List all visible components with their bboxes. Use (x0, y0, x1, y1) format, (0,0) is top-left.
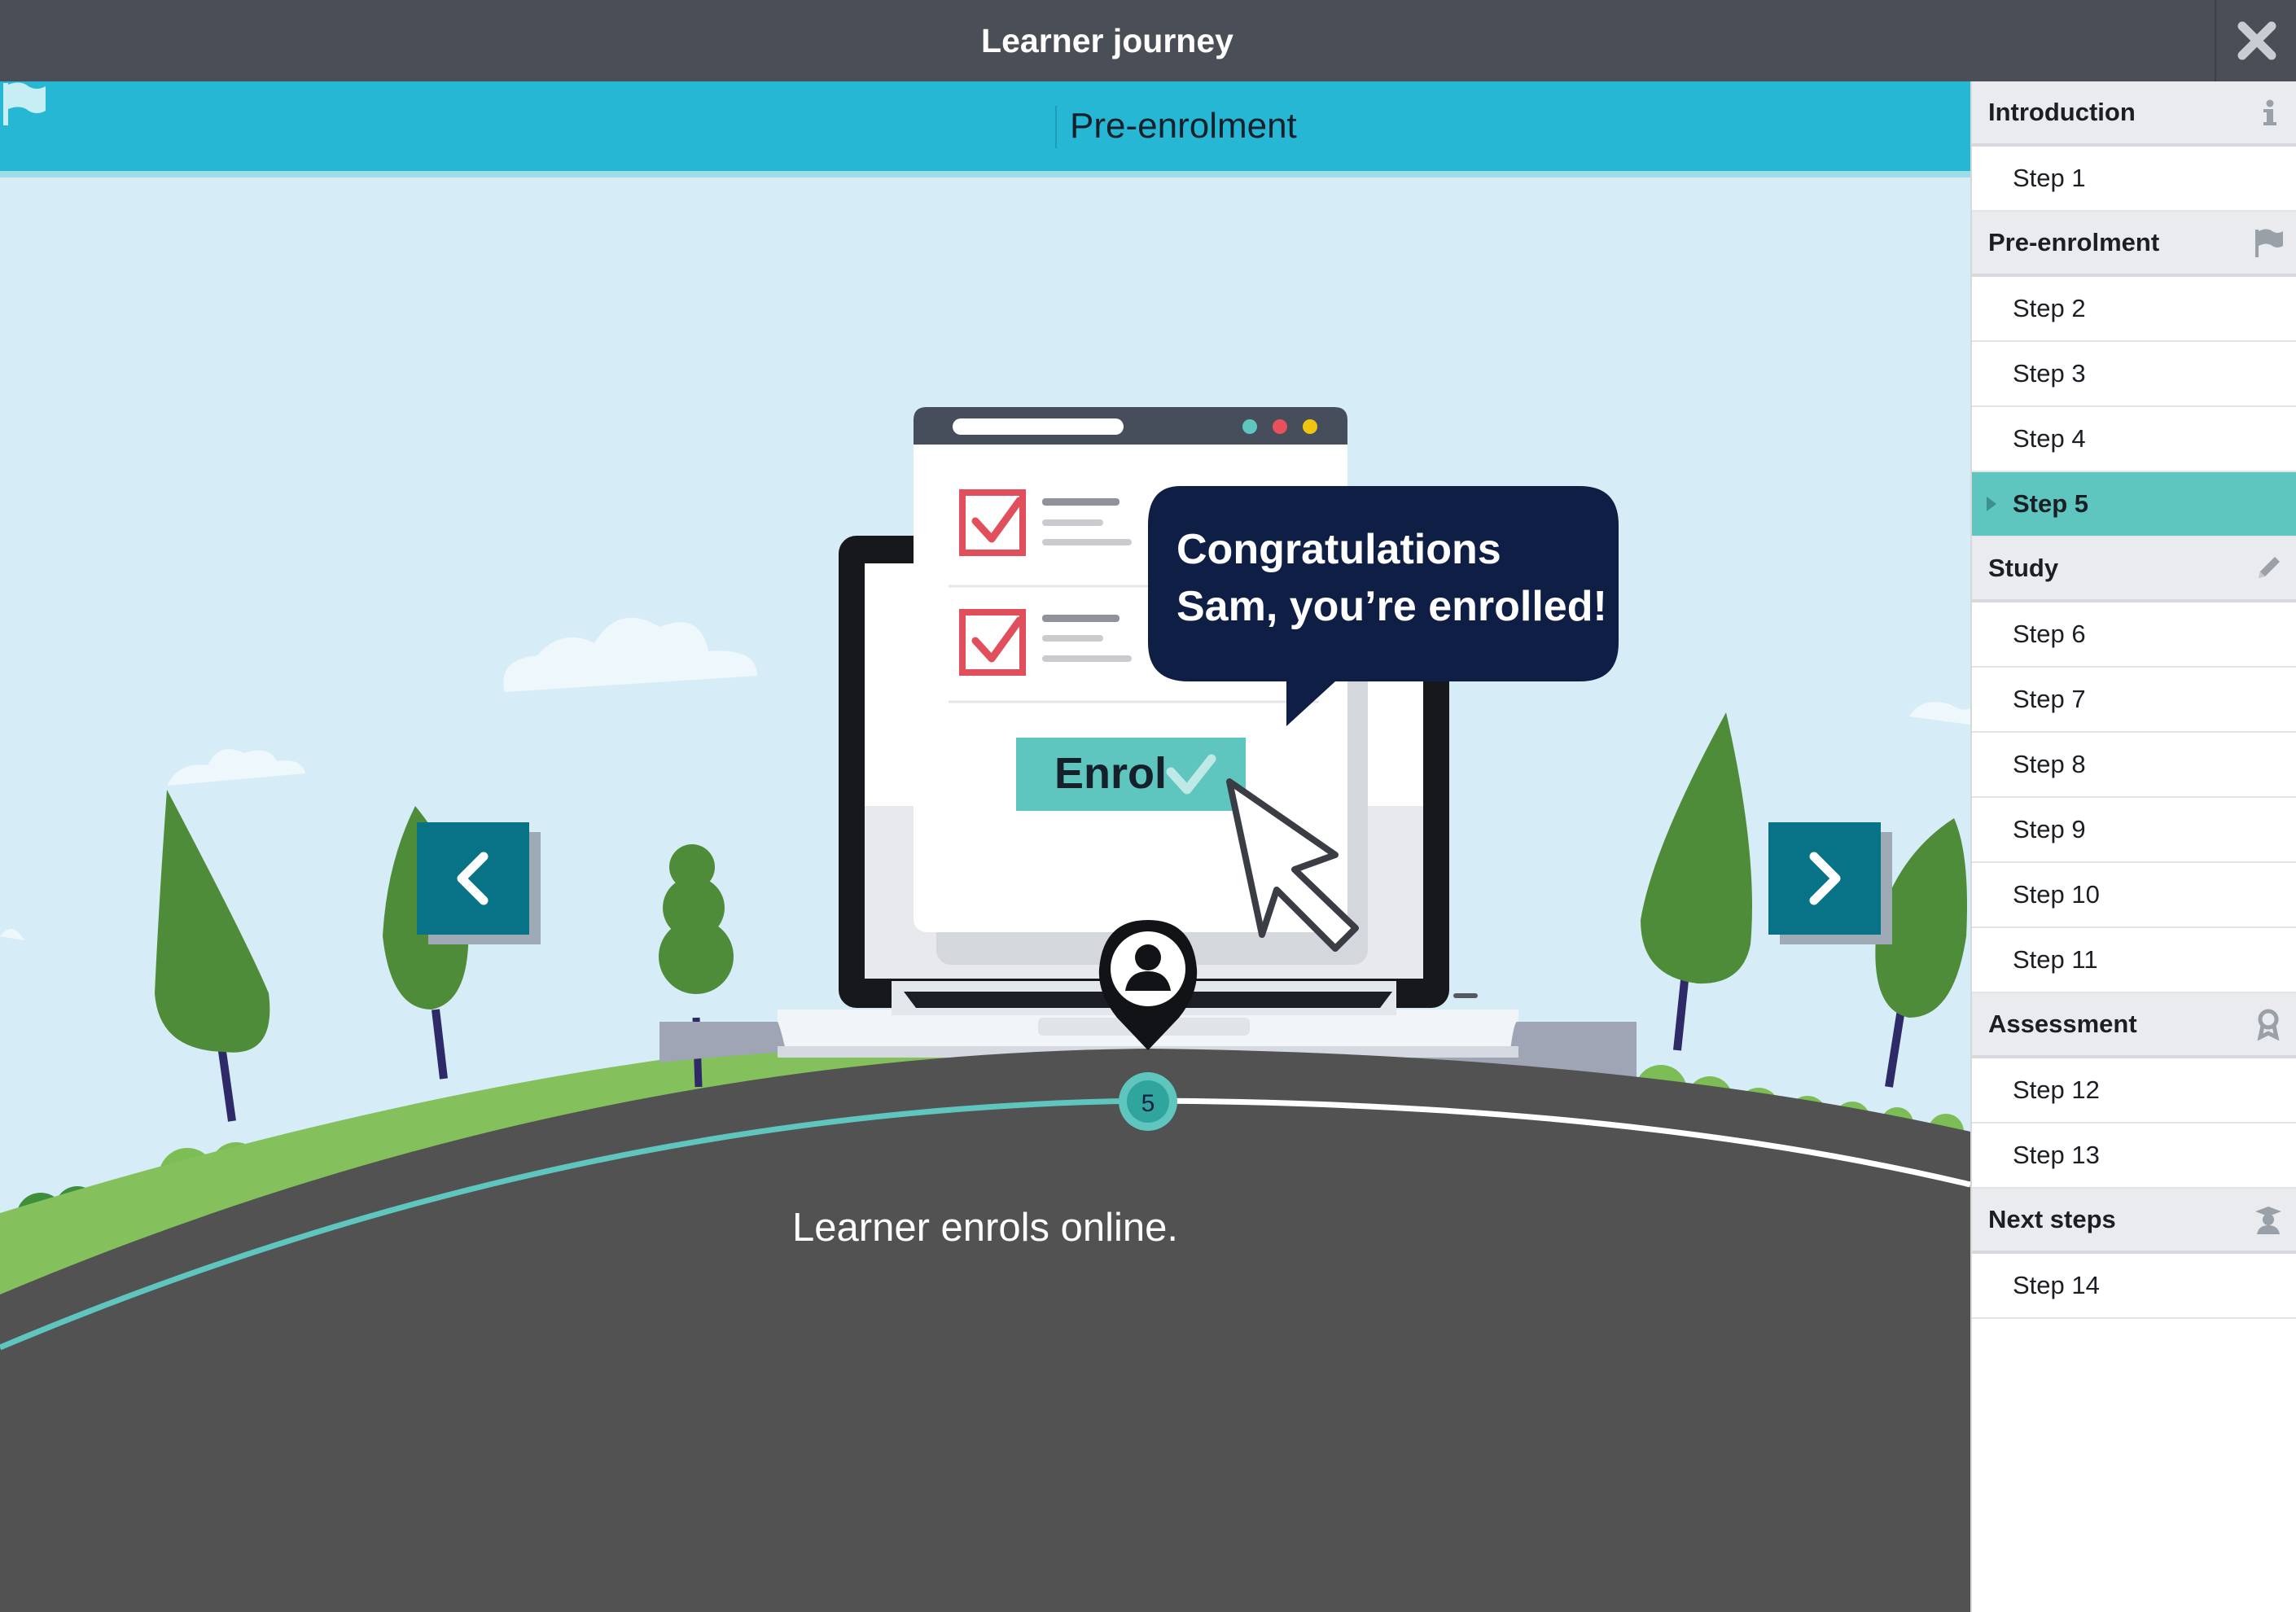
step-sidebar: Introduction Step 1 Pre-enrolment Step 2… (1970, 81, 2296, 1612)
award-icon (2257, 1009, 2280, 1040)
sidebar-item-step-12[interactable]: Step 12 (1972, 1058, 2296, 1124)
sidebar-section-next-steps[interactable]: Next steps (1972, 1189, 2296, 1254)
speech-line-2: Sam, you’re enrolled! (1176, 583, 1607, 630)
chevron-right-icon (1809, 852, 1841, 905)
sidebar-item-step-10[interactable]: Step 10 (1972, 863, 2296, 928)
sidebar-section-introduction[interactable]: Introduction (1972, 81, 2296, 147)
sidebar-item-step-1[interactable]: Step 1 (1972, 147, 2296, 212)
sidebar-item-label: Step 3 (2013, 359, 2086, 388)
sidebar-item-label: Step 6 (2013, 620, 2086, 648)
caret-right-icon (1987, 497, 1996, 511)
sidebar-item-step-4[interactable]: Step 4 (1972, 407, 2296, 472)
sidebar-item-label: Step 13 (2013, 1141, 2100, 1169)
sidebar-item-label: Step 1 (2013, 164, 2086, 192)
prev-button[interactable] (417, 822, 529, 935)
journey-illustration: Enrol Congratulations Sam, you’re enroll… (0, 407, 1970, 1612)
sidebar-item-label: Step 14 (2013, 1271, 2100, 1299)
chevron-left-icon (457, 852, 489, 905)
speech-line-1: Congratulations (1176, 526, 1501, 573)
sidebar-item-label: Step 5 (2013, 489, 2089, 518)
flag-icon (2255, 229, 2283, 257)
title-bar: Learner journey (0, 0, 2296, 81)
sidebar-item-label: Step 12 (2013, 1075, 2100, 1104)
journey-stage: Enrol Congratulations Sam, you’re enroll… (0, 81, 1970, 1612)
close-button[interactable] (2215, 0, 2296, 81)
sidebar-item-step-14[interactable]: Step 14 (1972, 1254, 2296, 1319)
sidebar-item-step-2[interactable]: Step 2 (1972, 277, 2296, 342)
sidebar-item-step-11[interactable]: Step 11 (1972, 928, 2296, 993)
sidebar-item-step-13[interactable]: Step 13 (1972, 1124, 2296, 1189)
sidebar-item-step-5[interactable]: Step 5 (1972, 472, 2296, 537)
step-marker-number: 5 (1141, 1090, 1155, 1117)
sidebar-item-label: Step 2 (2013, 294, 2086, 322)
sidebar-item-step-8[interactable]: Step 8 (1972, 733, 2296, 798)
section-header: Pre-enrolment (0, 81, 1970, 177)
sidebar-section-pre-enrolment[interactable]: Pre-enrolment (1972, 212, 2296, 277)
flag-icon (3, 82, 46, 125)
sidebar-section-assessment[interactable]: Assessment (1972, 993, 2296, 1058)
sidebar-section-label: Pre-enrolment (1988, 228, 2160, 256)
section-title: Pre-enrolment (1070, 106, 1297, 146)
sidebar-section-label: Next steps (1988, 1205, 2116, 1233)
sidebar-section-label: Assessment (1988, 1010, 2137, 1038)
sidebar-item-label: Step 4 (2013, 424, 2086, 453)
sidebar-item-label: Step 9 (2013, 815, 2086, 843)
section-divider (1055, 106, 1057, 148)
enrol-button-label: Enrol (1054, 749, 1167, 798)
pencil-icon (2259, 557, 2280, 578)
sidebar-item-step-6[interactable]: Step 6 (1972, 602, 2296, 668)
close-icon (2237, 21, 2276, 60)
next-button[interactable] (1768, 822, 1881, 935)
step-caption: Learner enrols online. (792, 1206, 1178, 1250)
sidebar-section-label: Study (1988, 554, 2059, 582)
sidebar-item-label: Step 11 (2013, 945, 2098, 974)
sidebar-item-label: Step 10 (2013, 880, 2100, 909)
sidebar-item-step-3[interactable]: Step 3 (1972, 342, 2296, 407)
sidebar-item-step-9[interactable]: Step 9 (1972, 798, 2296, 863)
sidebar-section-study[interactable]: Study (1972, 537, 2296, 602)
sidebar-item-step-7[interactable]: Step 7 (1972, 668, 2296, 733)
info-icon (2263, 99, 2276, 125)
graduate-icon (2255, 1207, 2281, 1234)
app-title: Learner journey (981, 22, 1233, 59)
sidebar-section-label: Introduction (1988, 98, 2136, 126)
sidebar-item-label: Step 8 (2013, 750, 2086, 778)
sidebar-item-label: Step 7 (2013, 685, 2086, 713)
